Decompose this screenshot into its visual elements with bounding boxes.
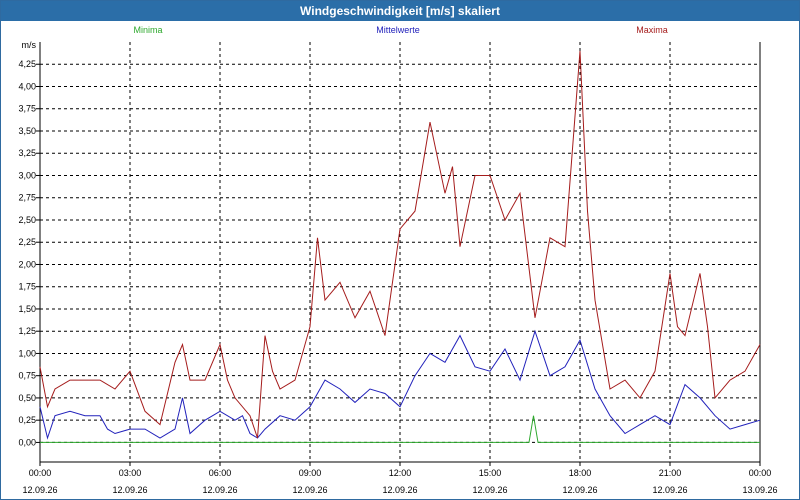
x-tick-date: 13.09.26 — [742, 485, 777, 495]
x-tick-time: 18:00 — [569, 468, 592, 478]
legend-item-mittelwerte: Mittelwerte — [376, 25, 420, 35]
x-tick-time: 00:00 — [29, 468, 52, 478]
x-tick-time: 12:00 — [389, 468, 412, 478]
y-tick-label: 1,75 — [18, 282, 36, 292]
y-tick-label: 2,50 — [18, 215, 36, 225]
y-tick-label: 2,00 — [18, 259, 36, 269]
x-tick-date: 12.09.26 — [202, 485, 237, 495]
x-tick-time: 09:00 — [299, 468, 322, 478]
y-tick-label: 3,75 — [18, 104, 36, 114]
legend-item-maxima: Maxima — [636, 25, 668, 35]
y-tick-label: 0,25 — [18, 415, 36, 425]
y-tick-label: 0,00 — [18, 437, 36, 447]
y-tick-label: 1,00 — [18, 348, 36, 358]
x-tick-date: 12.09.26 — [472, 485, 507, 495]
y-tick-label: 2,75 — [18, 193, 36, 203]
y-tick-label: 2,25 — [18, 237, 36, 247]
x-tick-date: 12.09.26 — [292, 485, 327, 495]
y-tick-label: 1,50 — [18, 304, 36, 314]
x-tick-date: 12.09.26 — [112, 485, 147, 495]
x-tick-labels: 00:00 12.09.26 03:00 12.09.26 06:00 12.09.26 0… — [22, 468, 777, 495]
x-tick-date: 12.09.26 — [652, 485, 687, 495]
x-tick-time: 00:00 — [749, 468, 772, 478]
y-tick-label: 0,50 — [18, 393, 36, 403]
legend: Minima Mittelwerte Maxima — [133, 25, 667, 35]
grid-lines — [40, 42, 760, 462]
x-tick-time: 21:00 — [659, 468, 682, 478]
y-tick-label: 4,25 — [18, 59, 36, 69]
y-tick-label: 4,00 — [18, 81, 36, 91]
wind-speed-chart: 0,00 0,25 0,50 0,75 1,00 1,25 1,50 1,75 2,00 2,25… — [18, 25, 777, 495]
x-tick-date: 12.09.26 — [562, 485, 597, 495]
x-tick-time: 03:00 — [119, 468, 142, 478]
x-tick-time: 06:00 — [209, 468, 232, 478]
y-tick-labels: 0,00 0,25 0,50 0,75 1,00 1,25 1,50 1,75 2,00 2,25… — [18, 59, 36, 447]
axes — [36, 42, 761, 466]
x-tick-date: 12.09.26 — [382, 485, 417, 495]
x-tick-time: 15:00 — [479, 468, 502, 478]
y-tick-label: 3,50 — [18, 126, 36, 136]
y-tick-label: 1,25 — [18, 326, 36, 336]
y-tick-label: 3,25 — [18, 148, 36, 158]
y-axis-unit: m/s — [22, 40, 37, 50]
y-tick-label: 0,75 — [18, 371, 36, 381]
legend-item-minima: Minima — [133, 25, 162, 35]
x-tick-date: 12.09.26 — [22, 485, 57, 495]
y-tick-label: 3,00 — [18, 170, 36, 180]
